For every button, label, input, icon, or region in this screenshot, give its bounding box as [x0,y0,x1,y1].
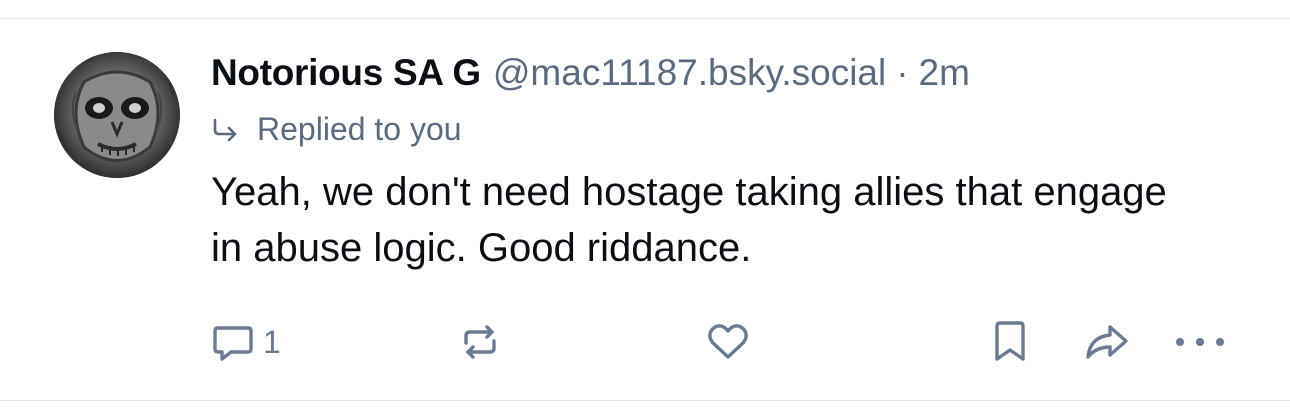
repost-icon [457,319,503,365]
author-handle[interactable]: @mac11187.bsky.social [493,52,886,94]
reply-context: Replied to you [211,109,1251,149]
post-item[interactable]: Notorious SA G @mac11187.bsky.social · 2… [0,19,1290,400]
share-icon [1082,319,1132,365]
comment-icon [211,320,255,364]
meta-separator: · [896,52,909,93]
bookmark-icon [990,319,1030,365]
post-actions: 1 [0,315,1290,369]
avatar-image [54,52,180,178]
heart-icon [705,319,751,365]
reply-count: 1 [263,323,281,360]
author-display-name[interactable]: Notorious SA G [211,52,481,94]
post-timestamp[interactable]: 2m [919,52,970,94]
more-button[interactable] [1172,315,1228,369]
like-button[interactable] [705,315,751,369]
post-content: Notorious SA G @mac11187.bsky.social · 2… [211,49,1251,276]
reply-button[interactable]: 1 [211,315,281,369]
more-icon [1172,332,1228,352]
avatar[interactable] [54,52,180,178]
repost-button[interactable] [457,315,503,369]
reply-context-label: Replied to you [257,110,462,147]
post-header: Notorious SA G @mac11187.bsky.social · 2… [211,49,1251,97]
bookmark-button[interactable] [990,315,1030,369]
reply-arrow-icon [211,115,239,143]
bottom-divider [0,400,1290,401]
post-text: Yeah, we don't need hostage taking allie… [211,170,1167,270]
share-button[interactable] [1082,315,1132,369]
